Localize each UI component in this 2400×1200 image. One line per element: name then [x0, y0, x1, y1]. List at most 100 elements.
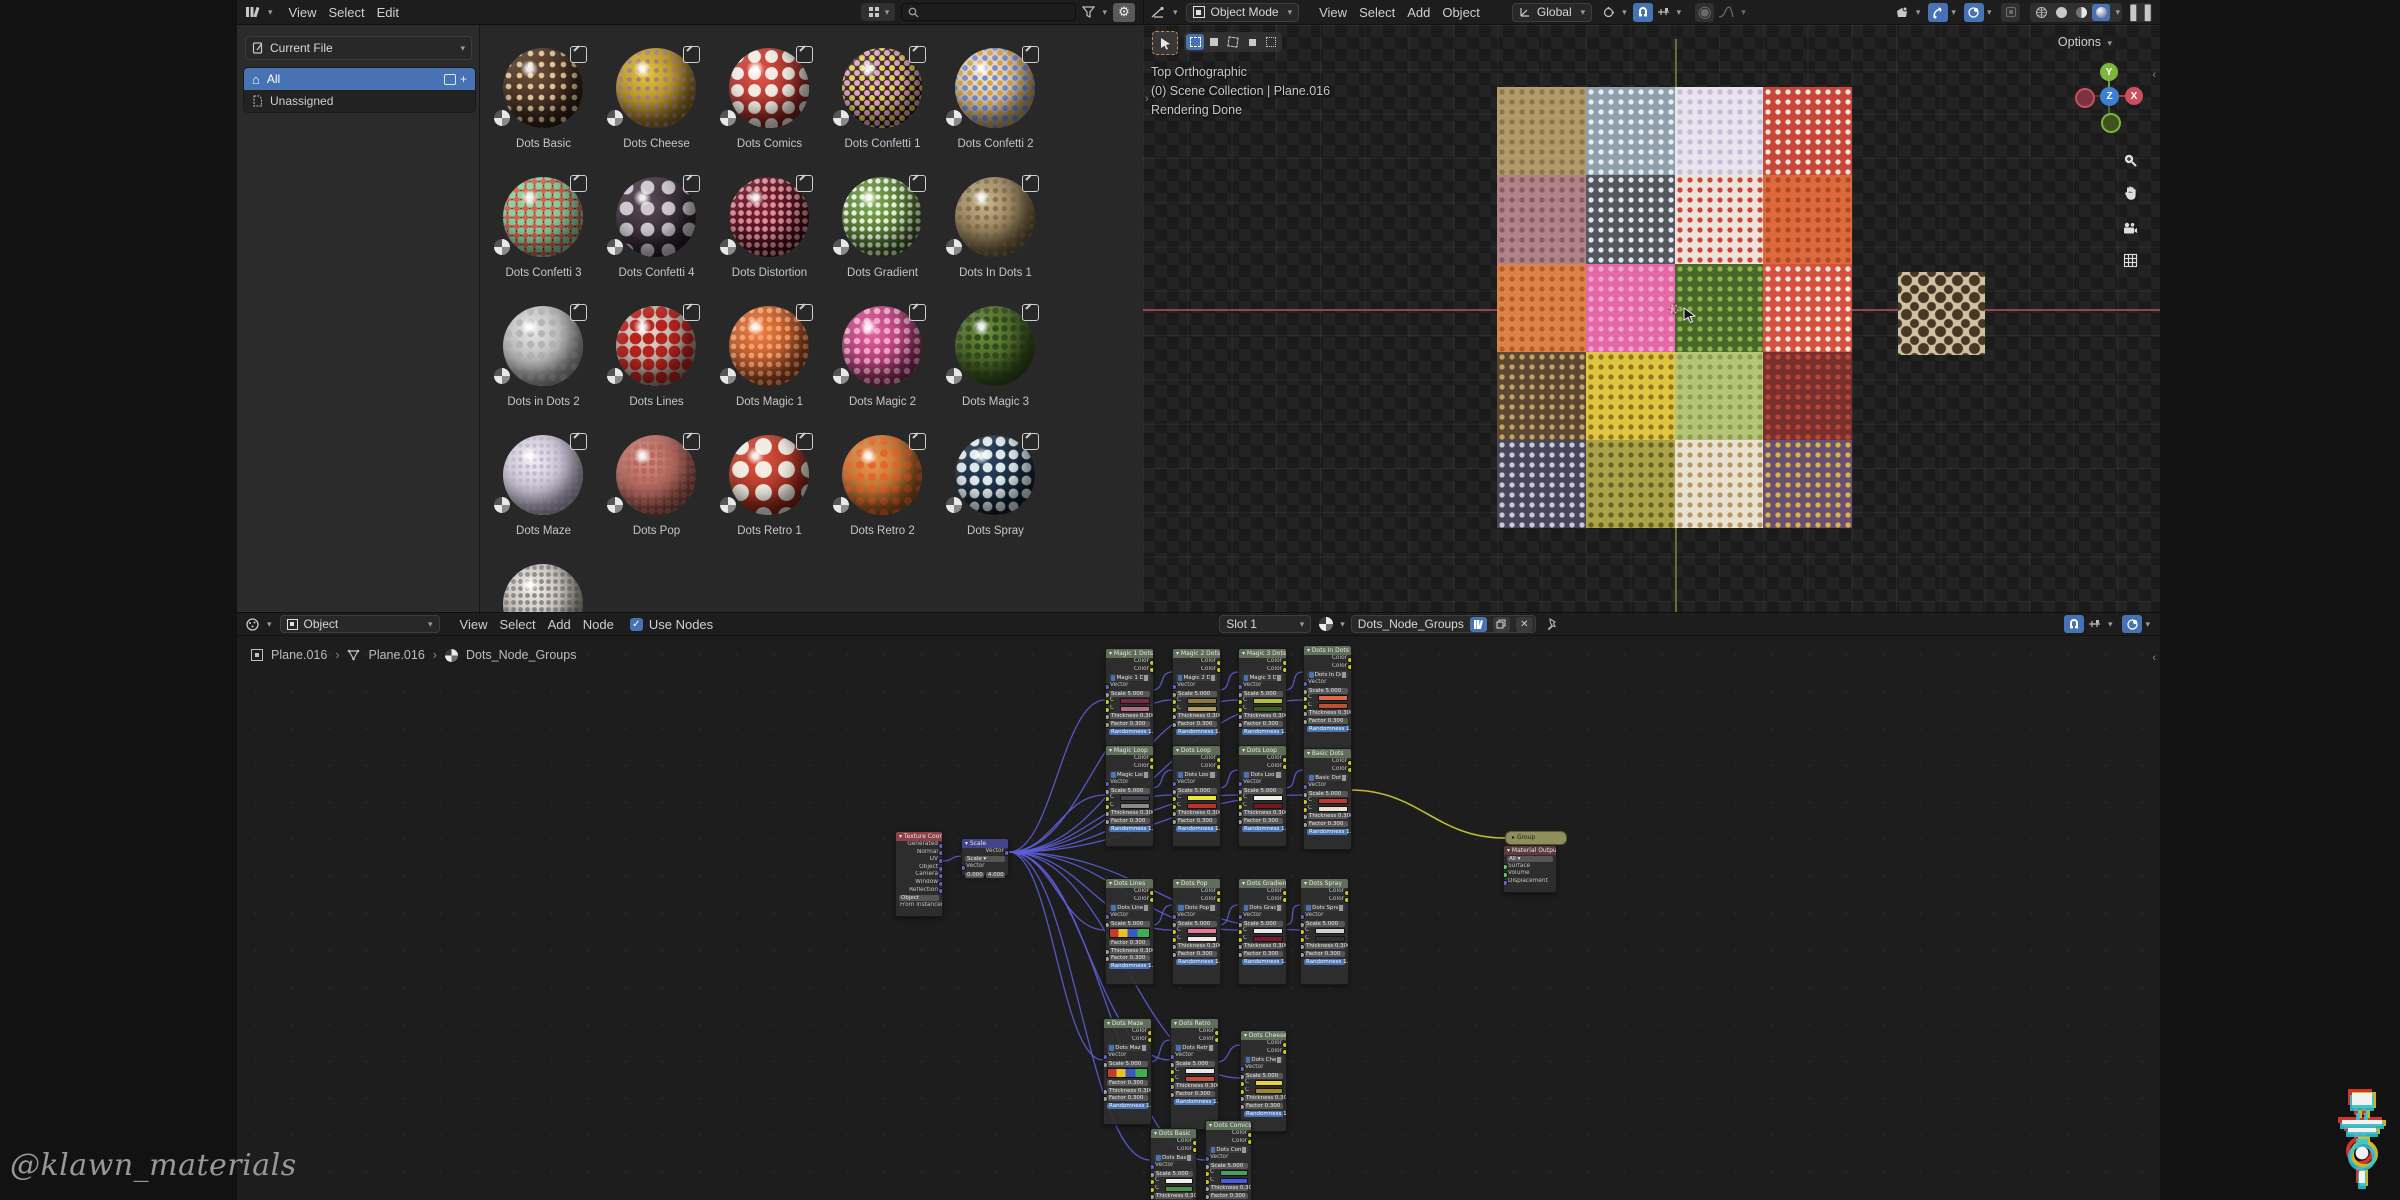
material-thumbnail[interactable]: Dots Magic 3: [940, 304, 1051, 426]
toolbar-expand-arrow[interactable]: ›: [1145, 93, 1149, 105]
search-input[interactable]: [901, 3, 1077, 21]
viewport-editor-type[interactable]: ▾: [1151, 6, 1178, 19]
material-thumbnail[interactable]: Dots Cheese: [601, 46, 712, 168]
material-plane-tile[interactable]: [1674, 351, 1764, 441]
material-plane-tile[interactable]: [1497, 440, 1586, 529]
material-thumbnail[interactable]: Dots Magic 1: [714, 304, 825, 426]
material-plane-tile[interactable]: [1585, 175, 1675, 264]
vp-menu-object[interactable]: Object: [1436, 3, 1486, 22]
display-mode-button[interactable]: ▾: [861, 3, 896, 21]
node-title[interactable]: ▾ Magic 1 Dots: [1106, 649, 1153, 658]
vp-menu-select[interactable]: Select: [1353, 3, 1401, 22]
shading-wireframe-button[interactable]: [2032, 4, 2050, 21]
node-title[interactable]: ▾ Dots Cheese: [1241, 1031, 1286, 1040]
gizmos-toggle[interactable]: [1928, 2, 1949, 22]
chevron-down-icon[interactable]: ▾: [1951, 7, 1956, 18]
material-thumbnail[interactable]: Dots Confetti 2: [940, 46, 1051, 168]
edit-asset-icon[interactable]: [683, 175, 700, 192]
material-thumbnail[interactable]: Dots Spray: [940, 433, 1051, 555]
chevron-down-icon[interactable]: ▾: [2115, 7, 2120, 18]
snap-settings-button[interactable]: ▾: [1657, 6, 1681, 18]
material-thumbnail[interactable]: Dots Retro 1: [714, 433, 825, 555]
node-editor-canvas[interactable]: Plane.016 › Plane.016 › Dots_Node_Groups…: [237, 636, 2160, 1200]
sidebar-expand-arrow[interactable]: ‹: [2152, 69, 2156, 81]
edit-asset-icon[interactable]: [796, 433, 813, 450]
material-plane-tile[interactable]: [1674, 440, 1764, 529]
edit-asset-icon[interactable]: [909, 46, 926, 63]
node-title[interactable]: ▾ Dots Loop: [1239, 746, 1286, 755]
edit-asset-icon[interactable]: [796, 175, 813, 192]
menu-select[interactable]: Select: [322, 3, 370, 22]
group-node[interactable]: ▾ Dots MazeColorColorDots MazeVectorScal…: [1103, 1018, 1152, 1125]
material-plane-tile[interactable]: [1585, 351, 1675, 441]
material-plane-tile[interactable]: [1763, 263, 1853, 352]
group-node[interactable]: ▾ Dots GradientColorColorDots GradientVe…: [1238, 878, 1287, 985]
visibility-popover-button[interactable]: ▾: [1895, 6, 1920, 19]
node-editor-type[interactable]: ▾: [245, 617, 272, 632]
material-browse-button[interactable]: ▾: [1319, 617, 1345, 631]
edit-asset-icon[interactable]: [796, 304, 813, 321]
ne-menu-node[interactable]: Node: [577, 615, 620, 634]
material-plane-tile[interactable]: [1763, 175, 1853, 264]
edit-asset-icon[interactable]: [1022, 304, 1039, 321]
node-title[interactable]: ▾ Magic 3 Dots: [1239, 649, 1286, 658]
node-title[interactable]: ▾ Basic Dots: [1304, 749, 1351, 758]
asset-source-dropdown[interactable]: Current File ▾: [245, 36, 472, 60]
material-plane-tile[interactable]: [1763, 351, 1853, 441]
material-thumbnail[interactable]: Dots Confetti 3: [488, 175, 599, 297]
shading-solid-button[interactable]: [2052, 4, 2070, 21]
node-title[interactable]: ▾ Magic Loop: [1106, 746, 1153, 755]
pause-render-button[interactable]: ❚❚: [2127, 2, 2154, 22]
select-box-button[interactable]: [1186, 34, 1204, 50]
node-title[interactable]: ▾ Dots Gradient: [1239, 879, 1286, 888]
snap-target-button[interactable]: ▾: [1602, 6, 1627, 19]
material-plane-tile[interactable]: [1497, 351, 1586, 441]
vp-menu-view[interactable]: View: [1313, 3, 1353, 22]
material-thumbnail[interactable]: Dots In Dots 1: [940, 175, 1051, 297]
select-circle-button[interactable]: [1224, 34, 1242, 50]
gizmo-axis-y-neg[interactable]: [2101, 113, 2121, 133]
ne-menu-select[interactable]: Select: [493, 615, 541, 634]
edit-asset-icon[interactable]: [1022, 175, 1039, 192]
edit-asset-icon[interactable]: [796, 46, 813, 63]
node-title[interactable]: ▾ Dots Lines: [1106, 879, 1153, 888]
group-node[interactable]: ▾ Dots BasicColorColorDots BasicVectorSc…: [1150, 1128, 1197, 1200]
options-dropdown[interactable]: Options ▾: [2049, 33, 2120, 51]
shader-type-dropdown[interactable]: Object ▾: [279, 615, 440, 633]
group-node[interactable]: ▾ Dots Loop Color Color Dots Loop Vector Scal…: [1172, 745, 1221, 847]
gizmo-axis-x-neg[interactable]: [2075, 88, 2095, 108]
material-plane-tile[interactable]: [1763, 87, 1853, 176]
orthographic-toggle-button[interactable]: [2117, 247, 2143, 273]
material-thumbnail[interactable]: Dots Magic 2: [827, 304, 938, 426]
ne-snap-settings[interactable]: ▾: [2088, 618, 2112, 630]
active-tool-button[interactable]: [1152, 31, 1178, 55]
material-thumbnail[interactable]: Dots Pop: [601, 433, 712, 555]
asset-browser-editor-type[interactable]: ▾: [245, 5, 273, 19]
scale-node[interactable]: ▾ Scale Vector Scale ▾ Vector 0.000 4.000: [961, 838, 1009, 878]
material-thumbnail[interactable]: Dots Confetti 4: [601, 175, 712, 297]
zoom-tool-button[interactable]: [2117, 147, 2143, 173]
gizmo-axis-x[interactable]: X: [2125, 87, 2143, 105]
group-node[interactable]: ▾ Magic 3 DotsColorColorMagic 3 DotsVect…: [1238, 648, 1287, 750]
viewport-canvas[interactable]: › Top Orthographic (0) Scene Collection …: [1143, 25, 2160, 612]
edit-asset-icon[interactable]: [909, 175, 926, 192]
select-paint-button[interactable]: [1262, 34, 1280, 50]
pin-button[interactable]: [1546, 617, 1558, 631]
material-thumbnail[interactable]: Dots Maze: [488, 433, 599, 555]
chevron-down-icon[interactable]: ▾: [2145, 619, 2150, 630]
select-tweak-button[interactable]: [1205, 34, 1223, 50]
shading-material-button[interactable]: [2072, 4, 2090, 21]
node-title[interactable]: ▾ Scale: [962, 839, 1008, 848]
node-title[interactable]: ▾ Magic 2 Dots: [1173, 649, 1220, 658]
node-title[interactable]: ▾ Dots Comics: [1206, 1121, 1251, 1130]
navigation-gizmo[interactable]: Y Z X: [2073, 60, 2145, 133]
group-node[interactable]: ▾ Basic DotsColorColorBasic DotsVectorSc…: [1303, 748, 1352, 850]
group-node[interactable]: ▾ Dots Pop Color Color Dots Pop Vector Scale …: [1172, 878, 1221, 985]
shading-rendered-button[interactable]: [2092, 3, 2111, 21]
floating-material-tile[interactable]: [1898, 272, 1985, 355]
filter-button[interactable]: ▾: [1082, 6, 1107, 18]
group-node[interactable]: ▾ Magic 1 DotsColorColorMagic 1 DotsVect…: [1105, 648, 1154, 750]
node-title[interactable]: ▾ Dots Retro: [1171, 1019, 1218, 1028]
material-output-node[interactable]: ▾ Material Output All ▾ Surface Volume Displ…: [1503, 845, 1557, 893]
group-node[interactable]: ▾ Dots In DotsColorColorDots In DotsVect…: [1303, 645, 1352, 755]
